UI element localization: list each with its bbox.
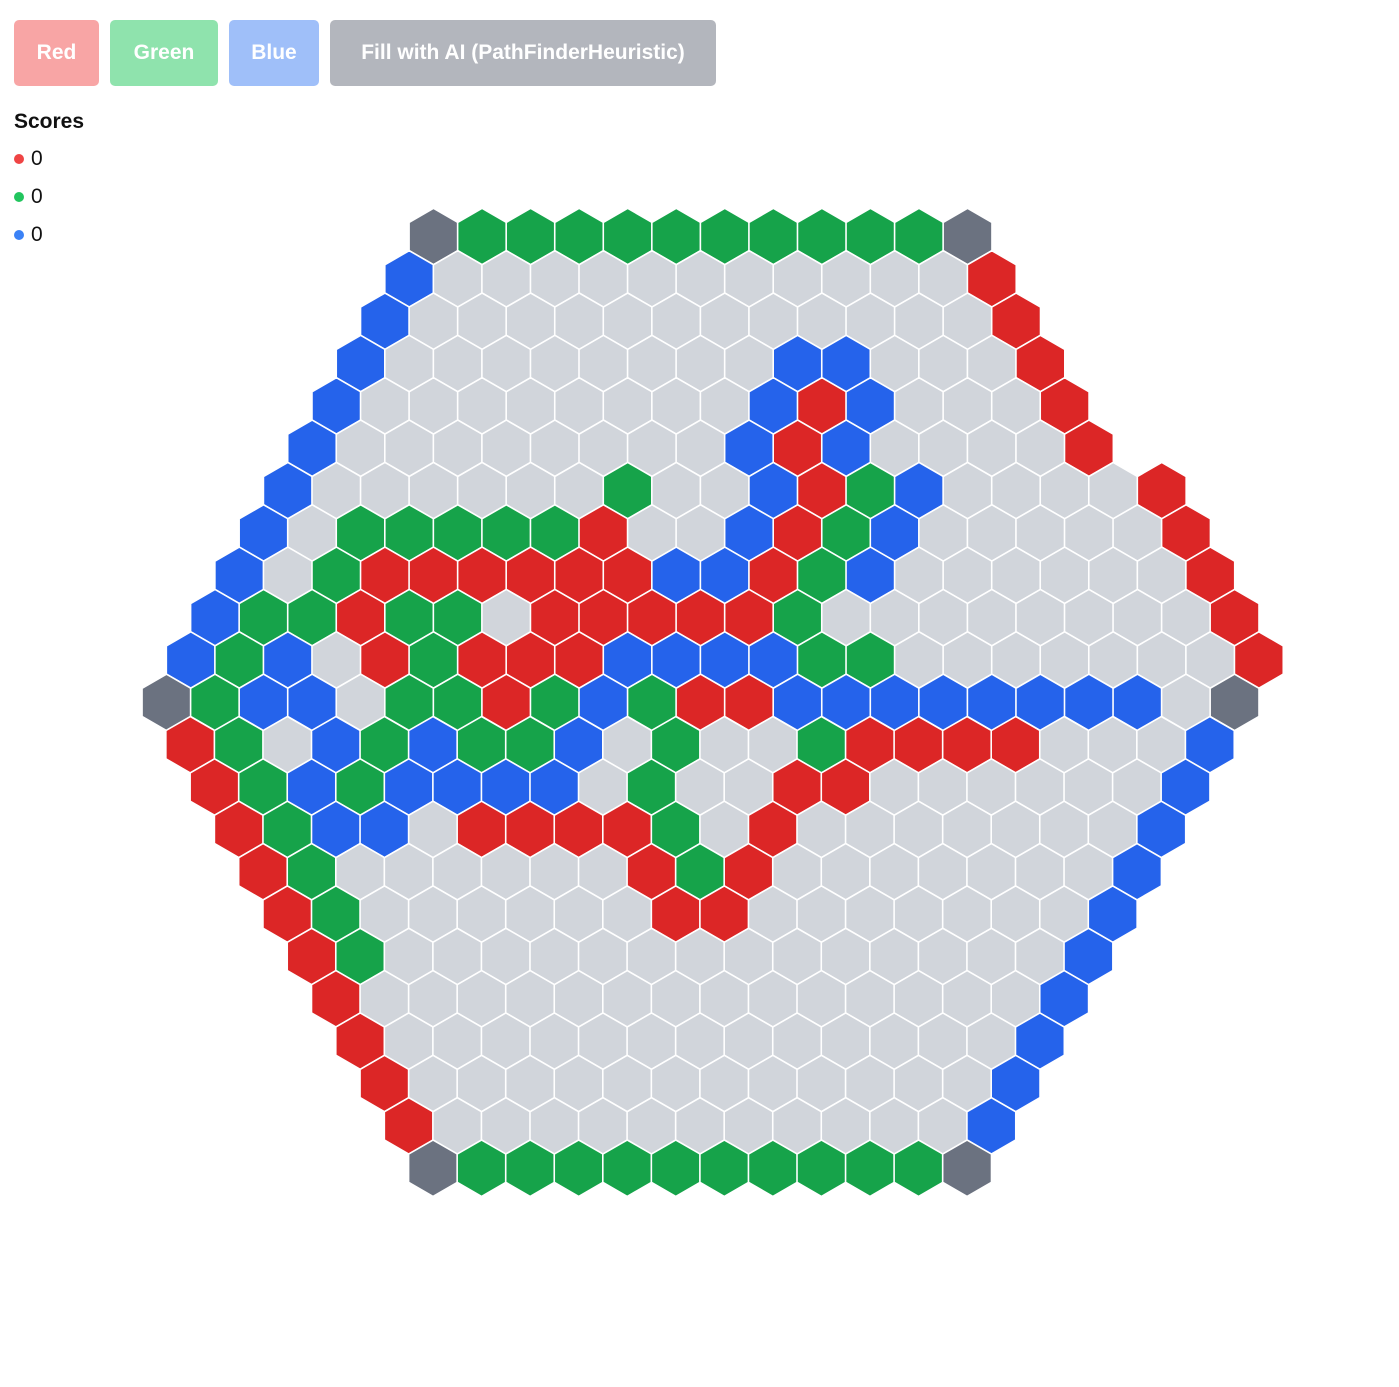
hex-board [141, 207, 1285, 1198]
